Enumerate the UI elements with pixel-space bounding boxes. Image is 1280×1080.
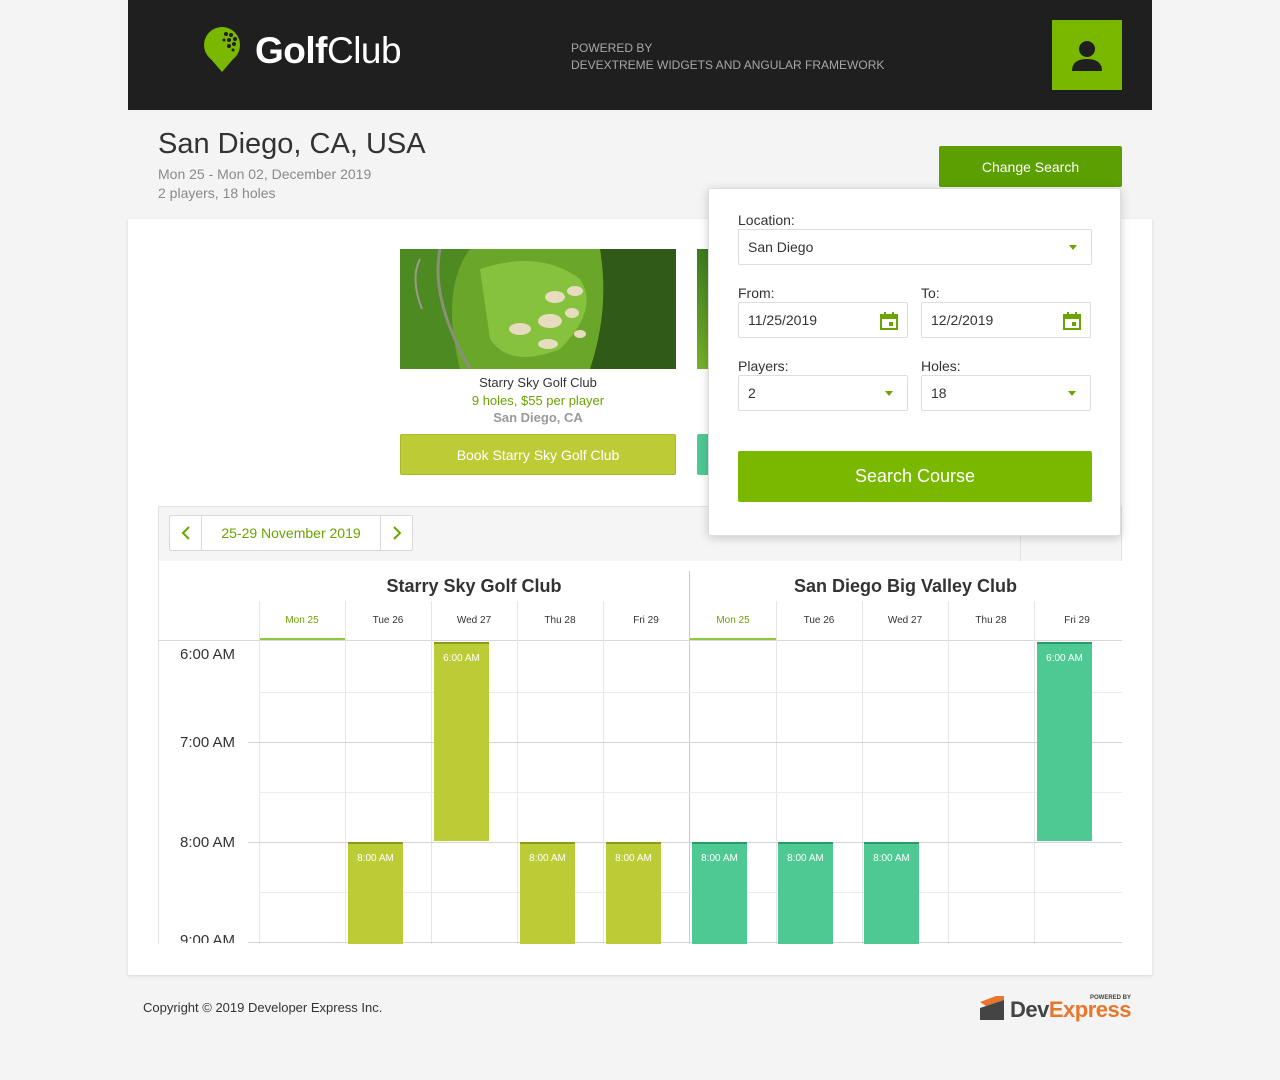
grid-row-line [259, 692, 1122, 693]
to-date-value: 12/2/2019 [931, 312, 994, 328]
day-header: Wed 27 [887, 615, 923, 626]
players-label: Players: [738, 358, 789, 374]
grid-row-line [248, 742, 1122, 743]
players-value: 2 [748, 385, 756, 401]
day-header: Wed 27 [456, 615, 492, 626]
day-header: Thu 28 [544, 615, 576, 626]
appointment[interactable]: 8:00 AM [606, 842, 661, 944]
day-header: Mon 25 [259, 601, 345, 640]
chevron-right-icon [392, 526, 401, 540]
book-course-button[interactable]: Book Starry Sky Golf Club [400, 434, 676, 475]
prev-week-button[interactable] [170, 516, 202, 550]
course-name: Starry Sky Golf Club [479, 375, 597, 390]
group-title-big-valley: San Diego Big Valley Club [793, 576, 1018, 596]
course-location: San Diego, CA [493, 410, 583, 425]
date-range-summary: Mon 25 - Mon 02, December 2019 [158, 166, 372, 182]
holes-select[interactable]: 18 [921, 375, 1091, 411]
golf-ball-logo-icon [204, 27, 240, 72]
holes-label: Holes: [921, 358, 961, 374]
search-course-button[interactable]: Search Course [738, 451, 1092, 502]
calendar-icon[interactable] [880, 312, 898, 330]
from-label: From: [738, 285, 775, 301]
copyright-text: Copyright © 2019 Developer Express Inc. [143, 1000, 383, 1015]
next-week-button[interactable] [380, 516, 412, 550]
devexpress-logo-text: DevExpress [1010, 997, 1131, 1022]
devexpress-logo-icon [980, 996, 1004, 1020]
to-label: To: [921, 285, 940, 301]
holes-value: 18 [931, 385, 947, 401]
location-select[interactable]: San Diego [738, 229, 1092, 265]
chevron-down-icon [1069, 245, 1077, 250]
day-header: Thu 28 [975, 615, 1007, 626]
app-header: GolfClub POWERED BY DEVEXTREME WIDGETS A… [128, 0, 1152, 110]
calendar-icon[interactable] [1063, 312, 1081, 330]
appointment[interactable]: 8:00 AM [864, 842, 919, 944]
players-select[interactable]: 2 [738, 375, 908, 411]
appointment[interactable]: 8:00 AM [692, 842, 747, 944]
from-date-field[interactable]: 11/25/2019 [738, 302, 908, 338]
players-summary: 2 players, 18 holes [158, 185, 276, 201]
day-header: Mon 25 [690, 601, 776, 640]
date-range-label[interactable]: 25-29 November 2019 [202, 516, 380, 550]
user-icon [1072, 41, 1102, 71]
brand-name: GolfClub [255, 30, 402, 71]
time-label: 6:00 AM [180, 646, 236, 663]
course-price: 9 holes, $55 per player [471, 393, 605, 408]
grid-row-line [259, 792, 1122, 793]
time-label: 9:00 AM [180, 932, 236, 943]
location-value: San Diego [748, 239, 814, 255]
page-title: San Diego, CA, USA [158, 128, 426, 160]
appointment[interactable]: 8:00 AM [778, 842, 833, 944]
appointment[interactable]: 6:00 AM [1037, 642, 1092, 841]
appointment[interactable]: 8:00 AM [348, 842, 403, 944]
date-navigator: 25-29 November 2019 [169, 515, 413, 551]
day-header: Tue 26 [803, 615, 835, 626]
chevron-down-icon [1068, 391, 1076, 396]
appointment[interactable]: 6:00 AM [434, 642, 489, 841]
day-header: Fri 29 [1064, 615, 1090, 626]
user-profile-button[interactable] [1052, 20, 1122, 90]
chevron-left-icon [181, 526, 190, 540]
to-date-field[interactable]: 12/2/2019 [921, 302, 1091, 338]
change-search-button[interactable]: Change Search [939, 146, 1122, 187]
group-title-starry-sky: Starry Sky Golf Club [386, 576, 562, 596]
chevron-down-icon [885, 391, 893, 396]
course-image [400, 249, 676, 369]
from-date-value: 11/25/2019 [748, 312, 818, 328]
day-header: Tue 26 [372, 615, 404, 626]
location-label: Location: [738, 212, 795, 228]
powered-by-text: POWERED BY DEVEXTREME WIDGETS AND ANGULA… [571, 41, 885, 72]
appointment[interactable]: 8:00 AM [520, 842, 575, 944]
time-label: 8:00 AM [180, 834, 236, 851]
time-label: 7:00 AM [180, 734, 236, 751]
day-header: Fri 29 [633, 615, 659, 626]
header-divider [158, 640, 1122, 641]
